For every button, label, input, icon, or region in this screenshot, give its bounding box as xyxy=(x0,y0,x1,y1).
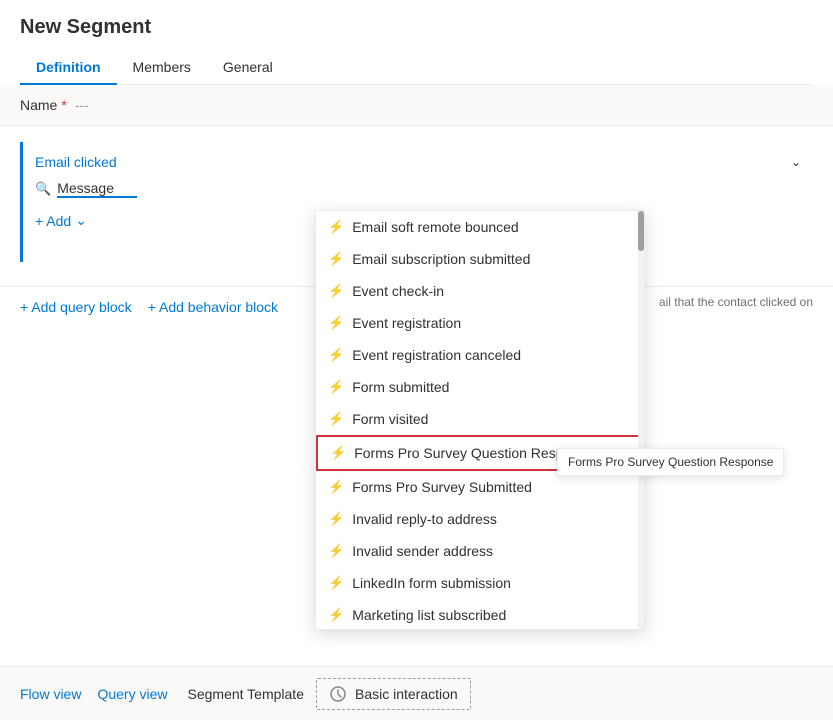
dropdown-item-event-check-in[interactable]: ⚡ Event check-in xyxy=(316,275,644,307)
lightning-icon: ⚡ xyxy=(328,347,344,363)
email-clicked-label[interactable]: Email clicked xyxy=(35,154,117,170)
template-item[interactable]: Basic interaction xyxy=(316,678,471,710)
partial-right-text: ail that the contact clicked on xyxy=(659,295,813,309)
message-row: 🔍 Message xyxy=(35,180,801,198)
tab-members[interactable]: Members xyxy=(117,51,207,85)
dropdown-item-event-registration[interactable]: ⚡ Event registration xyxy=(316,307,644,339)
scrollbar-thumb[interactable] xyxy=(638,211,644,251)
flow-view-link[interactable]: Flow view xyxy=(20,686,81,702)
dropdown-item-label: Event check-in xyxy=(352,283,444,299)
add-behavior-block-label: + Add behavior block xyxy=(148,299,278,315)
dropdown-item-label: Email subscription submitted xyxy=(352,251,530,267)
lightning-icon: ⚡ xyxy=(328,543,344,559)
add-button[interactable]: + Add ⌄ xyxy=(35,208,87,233)
bottom-bar: Flow view Query view Segment Template Ba… xyxy=(0,666,833,720)
dropdown-item-email-subscription-submitted[interactable]: ⚡ Email subscription submitted xyxy=(316,243,644,275)
lightning-icon: ⚡ xyxy=(328,283,344,299)
tooltip-text: Forms Pro Survey Question Response xyxy=(568,455,773,469)
dropdown-item-label: Invalid sender address xyxy=(352,543,493,559)
name-row: Name * --- xyxy=(0,85,833,126)
template-name: Basic interaction xyxy=(355,686,458,702)
tab-general[interactable]: General xyxy=(207,51,289,85)
dropdown-item-label: Invalid reply-to address xyxy=(352,511,497,527)
chevron-down-icon-add: ⌄ xyxy=(75,212,87,229)
dropdown-item-email-soft-remote-bounced[interactable]: ⚡ Email soft remote bounced xyxy=(316,211,644,243)
dropdown-item-label: Event registration canceled xyxy=(352,347,521,363)
dropdown-scrollable[interactable]: ⚡ Email soft remote bounced ⚡ Email subs… xyxy=(316,211,644,630)
add-label: + Add xyxy=(35,213,71,229)
page-title: New Segment xyxy=(20,16,813,39)
dropdown-item-form-visited[interactable]: ⚡ Form visited xyxy=(316,403,644,435)
message-field[interactable]: Message xyxy=(57,180,137,198)
lightning-icon: ⚡ xyxy=(328,479,344,495)
required-star: * xyxy=(61,97,66,113)
dropdown-item-event-registration-canceled[interactable]: ⚡ Event registration canceled xyxy=(316,339,644,371)
lightning-icon: ⚡ xyxy=(328,379,344,395)
dropdown-item-marketing-list-subscribed[interactable]: ⚡ Marketing list subscribed xyxy=(316,599,644,630)
dropdown-item-label: LinkedIn form submission xyxy=(352,575,511,591)
tabs-row: Definition Members General xyxy=(20,51,813,85)
dropdown-item-invalid-sender-address[interactable]: ⚡ Invalid sender address xyxy=(316,535,644,567)
email-clicked-header: Email clicked ⌄ xyxy=(35,154,801,170)
lightning-icon: ⚡ xyxy=(328,315,344,331)
bottom-bar-links: Flow view Query view xyxy=(20,686,168,702)
dropdown-item-linkedin-form-submission[interactable]: ⚡ LinkedIn form submission xyxy=(316,567,644,599)
add-query-block-label: + Add query block xyxy=(20,299,132,315)
add-query-block-button[interactable]: + Add query block xyxy=(20,299,132,315)
lightning-icon: ⚡ xyxy=(328,411,344,427)
chevron-down-icon[interactable]: ⌄ xyxy=(791,155,801,169)
segment-template-label: Segment Template xyxy=(188,686,304,702)
app-container: New Segment Definition Members General N… xyxy=(0,0,833,720)
lightning-icon: ⚡ xyxy=(330,445,346,461)
dropdown-item-label: Form visited xyxy=(352,411,428,427)
name-value: --- xyxy=(75,97,89,113)
tab-definition[interactable]: Definition xyxy=(20,51,117,85)
template-icon xyxy=(329,685,347,703)
scrollbar-track xyxy=(638,211,644,630)
add-behavior-block-button[interactable]: + Add behavior block xyxy=(148,299,278,315)
dropdown-item-form-submitted[interactable]: ⚡ Form submitted xyxy=(316,371,644,403)
tooltip-box: Forms Pro Survey Question Response xyxy=(557,448,784,476)
dropdown-item-label: Marketing list subscribed xyxy=(352,607,506,623)
lightning-icon: ⚡ xyxy=(328,219,344,235)
lightning-icon: ⚡ xyxy=(328,575,344,591)
name-label: Name xyxy=(20,97,57,113)
dropdown-item-label: Email soft remote bounced xyxy=(352,219,519,235)
dropdown-menu: ⚡ Email soft remote bounced ⚡ Email subs… xyxy=(315,210,645,630)
dropdown-item-label: Event registration xyxy=(352,315,461,331)
search-icon: 🔍 xyxy=(35,181,51,197)
lightning-icon: ⚡ xyxy=(328,511,344,527)
dropdown-item-label: Form submitted xyxy=(352,379,449,395)
lightning-icon: ⚡ xyxy=(328,251,344,267)
dropdown-item-label: Forms Pro Survey Submitted xyxy=(352,479,532,495)
dropdown-item-invalid-reply-to-address[interactable]: ⚡ Invalid reply-to address xyxy=(316,503,644,535)
page-header: New Segment Definition Members General xyxy=(0,0,833,85)
lightning-icon: ⚡ xyxy=(328,607,344,623)
query-view-link[interactable]: Query view xyxy=(97,686,167,702)
